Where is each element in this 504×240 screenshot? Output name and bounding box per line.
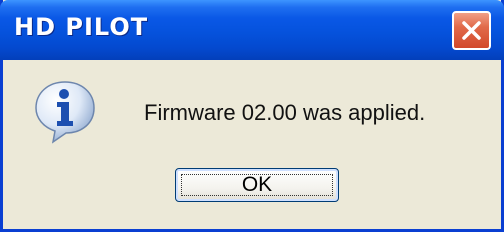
close-button[interactable] (452, 11, 491, 50)
title-bar[interactable]: HD PILOT (0, 0, 504, 60)
ok-button-label: OK (241, 173, 273, 196)
dialog-window: HD PILOT Firmware 02.00 was applied. OK (0, 0, 504, 232)
dialog-message: Firmware 02.00 was applied. (144, 100, 426, 125)
close-icon (462, 21, 481, 40)
window-title: HD PILOT (14, 13, 149, 41)
info-icon (35, 81, 95, 144)
dialog-content: Firmware 02.00 was applied. OK (3, 57, 501, 229)
ok-button[interactable]: OK (175, 168, 339, 202)
